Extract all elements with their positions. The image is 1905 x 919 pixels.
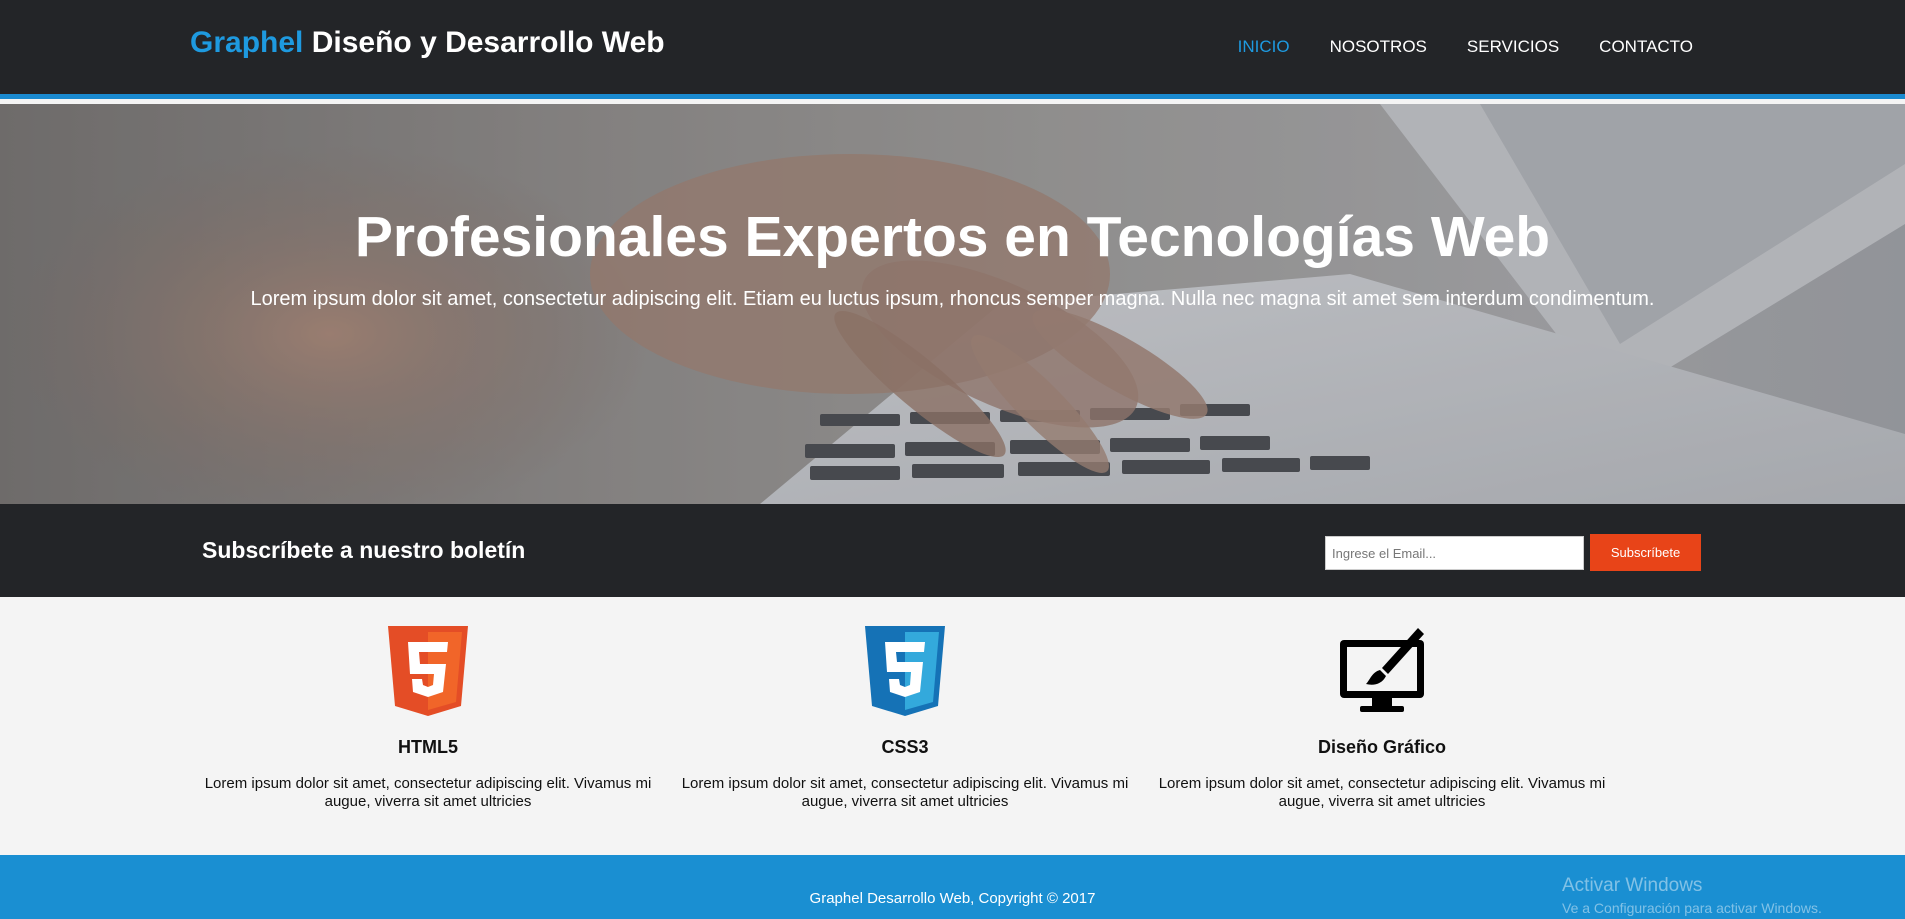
hero-banner: Profesionales Expertos en Tecnologías We… bbox=[0, 104, 1905, 504]
windows-activation-title: Activar Windows bbox=[1562, 875, 1703, 896]
nav-item-servicios[interactable]: SERVICIOS bbox=[1467, 37, 1559, 57]
nav-item-contacto[interactable]: CONTACTO bbox=[1599, 37, 1693, 57]
site-header: Graphel Diseño y Desarrollo Web INICIO N… bbox=[0, 0, 1905, 99]
hero-subtitle: Lorem ipsum dolor sit amet, consectetur … bbox=[250, 288, 1655, 310]
windows-activation-subtitle: Ve a Configuración para activar Windows. bbox=[1562, 900, 1822, 916]
features-section: HTML5 Lorem ipsum dolor sit amet, consec… bbox=[0, 597, 1905, 855]
feature-title: Diseño Gráfico bbox=[1317, 737, 1447, 757]
site-footer: Graphel Desarrollo Web, Copyright © 2017… bbox=[0, 855, 1905, 919]
feature-text: Lorem ipsum dolor sit amet, consectetur … bbox=[681, 775, 1129, 810]
subscribe-button[interactable]: Subscríbete bbox=[1590, 534, 1701, 571]
feature-text: Lorem ipsum dolor sit amet, consectetur … bbox=[1158, 775, 1606, 810]
newsletter-title: Subscríbete a nuestro boletín bbox=[202, 537, 526, 563]
email-input[interactable] bbox=[1325, 536, 1584, 570]
newsletter-bar: Subscríbete a nuestro boletín Subscríbet… bbox=[0, 504, 1905, 597]
nav-item-nosotros[interactable]: NOSOTROS bbox=[1330, 37, 1427, 57]
monitor-brush-icon bbox=[1340, 628, 1424, 712]
brand-text: Diseño y Desarrollo Web bbox=[303, 26, 665, 59]
feature-title: HTML5 bbox=[398, 737, 458, 757]
brand-highlight: Graphel bbox=[190, 26, 304, 59]
main-nav: INICIO NOSOTROS SERVICIOS CONTACTO bbox=[1238, 37, 1693, 57]
css3-icon bbox=[865, 626, 945, 716]
nav-item-inicio[interactable]: INICIO bbox=[1238, 37, 1290, 57]
hero-title: Profesionales Expertos en Tecnologías We… bbox=[354, 205, 1551, 269]
feature-text: Lorem ipsum dolor sit amet, consectetur … bbox=[204, 775, 652, 810]
html5-icon bbox=[388, 626, 468, 716]
feature-title: CSS3 bbox=[881, 737, 929, 757]
site-brand[interactable]: Graphel Diseño y Desarrollo Web bbox=[190, 26, 665, 60]
